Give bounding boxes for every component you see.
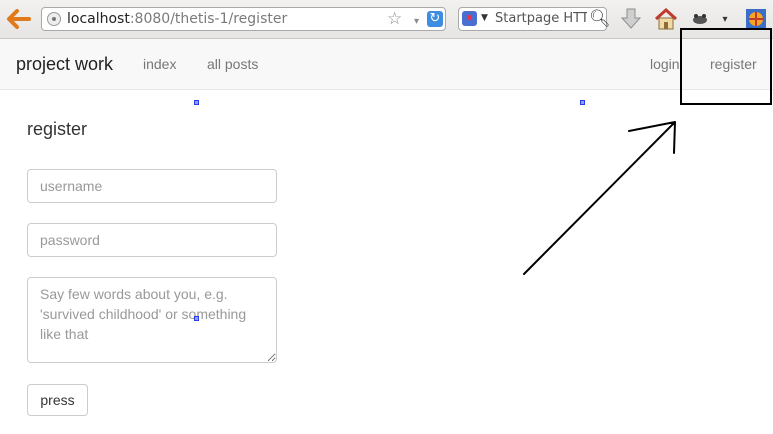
dropdown-chevron-icon[interactable]: ▾ bbox=[414, 12, 419, 32]
submit-button[interactable]: press bbox=[27, 384, 88, 416]
engine-dropdown-icon[interactable]: ▼ bbox=[481, 13, 488, 23]
search-engine-name: Startpage HTT bbox=[495, 11, 587, 26]
url-text[interactable]: localhost:8080/thetis-1/register bbox=[67, 11, 287, 27]
about-textarea[interactable] bbox=[27, 277, 277, 363]
search-engine-icon[interactable] bbox=[462, 11, 477, 26]
nav-link-login[interactable]: login bbox=[650, 56, 680, 72]
search-go-icon[interactable]: 🔍︎ bbox=[589, 9, 611, 29]
brand-link[interactable]: project work bbox=[16, 54, 113, 75]
download-icon[interactable] bbox=[620, 6, 642, 32]
address-bar[interactable]: localhost:8080/thetis-1/register ☆ ▾ ↻ bbox=[41, 7, 446, 31]
site-identity-icon[interactable] bbox=[47, 12, 61, 26]
reload-icon[interactable]: ↻ bbox=[427, 11, 443, 27]
page-title: register bbox=[27, 119, 88, 139]
browser-toolbar: localhost:8080/thetis-1/register ☆ ▾ ↻ ▼… bbox=[0, 0, 773, 39]
selection-handle-marker bbox=[194, 100, 199, 105]
username-input[interactable] bbox=[27, 169, 277, 203]
site-navbar: project work index all posts login regis… bbox=[0, 39, 773, 90]
password-input[interactable] bbox=[27, 223, 277, 257]
search-bar[interactable]: ▼ Startpage HTT 🔍︎ bbox=[458, 7, 611, 31]
selection-handle-marker bbox=[194, 316, 199, 321]
home-icon[interactable] bbox=[653, 6, 679, 32]
selection-handle-marker bbox=[580, 100, 585, 105]
back-arrow-icon[interactable] bbox=[6, 6, 32, 32]
nav-link-index[interactable]: index bbox=[143, 56, 176, 72]
nav-link-all-posts[interactable]: all posts bbox=[207, 56, 258, 72]
annotation-highlight-box bbox=[680, 28, 772, 105]
bookmark-star-icon[interactable]: ☆ bbox=[387, 9, 402, 29]
